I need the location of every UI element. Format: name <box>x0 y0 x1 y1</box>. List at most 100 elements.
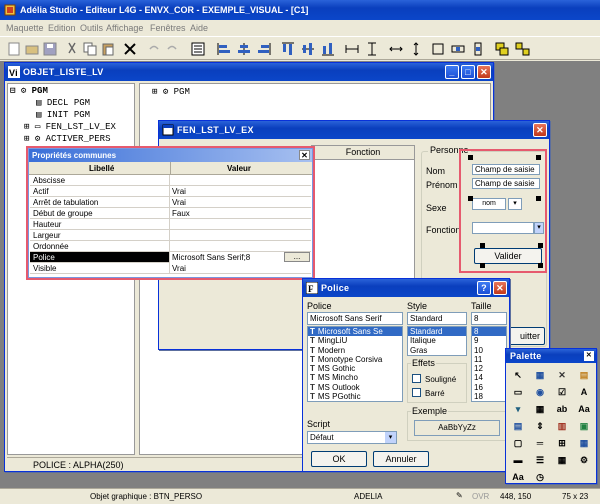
image-icon[interactable]: ▣ <box>578 420 590 432</box>
same-size-icon[interactable] <box>430 41 446 57</box>
space-horizontal-icon[interactable] <box>344 41 360 57</box>
police-titlebar[interactable]: F Police ? ✕ <box>303 279 509 297</box>
checkbox-icon[interactable]: ☑ <box>556 386 568 398</box>
combo-icon[interactable]: ▾ <box>512 403 524 415</box>
text-icon[interactable]: A <box>578 386 590 398</box>
same-width-icon[interactable] <box>388 41 404 57</box>
grid-icon[interactable]: ▦ <box>534 403 546 415</box>
size-option[interactable]: 14 <box>472 373 506 382</box>
size-list[interactable]: 8 9 10 11 12 14 16 18 <box>471 326 507 402</box>
table-icon[interactable]: ▦ <box>534 369 546 381</box>
size-option[interactable]: 9 <box>472 336 506 345</box>
column-header-fonction[interactable]: Fonction <box>312 146 414 160</box>
tree-item-pgm-right[interactable]: ⊞ ⚙ PGM <box>152 86 190 98</box>
size-option[interactable]: 11 <box>472 355 506 364</box>
align-right-icon[interactable] <box>256 41 272 57</box>
tree-item-fen[interactable]: ⊞ ▭ FEN_LST_LV_EX <box>24 121 116 133</box>
menu-aide[interactable]: Aide <box>190 23 208 33</box>
close-button[interactable]: ✕ <box>493 281 507 295</box>
calendar-icon[interactable]: ▦ <box>556 454 568 466</box>
radio-icon[interactable]: ◉ <box>534 386 546 398</box>
group-box-icon[interactable]: ▢ <box>512 437 524 449</box>
align-left-icon[interactable] <box>216 41 232 57</box>
button-icon[interactable]: ▭ <box>512 386 524 398</box>
tree-item-activer[interactable]: ⊞ ⚙ ACTIVER_PERS <box>24 133 110 145</box>
ok-button[interactable]: OK <box>311 451 367 467</box>
font-list[interactable]: T Microsoft Sans Se T MingLiU T Modern T Monoty… <box>307 326 403 402</box>
minimize-button[interactable]: _ <box>445 65 459 79</box>
entry-icon[interactable]: ab <box>556 403 568 415</box>
menu-edition[interactable]: Edition <box>48 23 76 33</box>
size-option[interactable]: 8 <box>472 327 506 337</box>
barre-checkbox[interactable]: Barré <box>412 388 445 398</box>
size-option[interactable]: 16 <box>472 383 506 392</box>
checkbox-icon[interactable] <box>412 388 421 397</box>
font-option[interactable]: T Modern <box>308 346 402 355</box>
size-option[interactable]: 18 <box>472 392 506 401</box>
paste-icon[interactable] <box>100 41 116 57</box>
delete-icon[interactable] <box>122 41 138 57</box>
objet-liste-titlebar[interactable]: Vi OBJET_LISTE_LV _ □ ✕ <box>5 63 493 81</box>
open-icon[interactable] <box>24 41 40 57</box>
new-icon[interactable] <box>6 41 22 57</box>
font-name-input[interactable]: Microsoft Sans Serif <box>307 312 403 325</box>
center-vertical-icon[interactable] <box>470 41 486 57</box>
tree-item-init[interactable]: ▤ INIT PGM <box>36 109 90 121</box>
ocx-icon[interactable]: ⚙ <box>578 454 590 466</box>
list-icon[interactable]: ▤ <box>578 369 590 381</box>
tab-icon[interactable]: ▥ <box>556 420 568 432</box>
ungroup-icon[interactable] <box>514 41 530 57</box>
size-input[interactable]: 8 <box>471 312 507 325</box>
cut-icon[interactable] <box>64 41 80 57</box>
label-icon[interactable]: Aa <box>578 403 590 415</box>
style-option[interactable]: Italique <box>408 336 466 345</box>
align-top-icon[interactable] <box>280 41 296 57</box>
menu-fenetres[interactable]: Fenêtres <box>150 23 186 33</box>
checkbox-icon[interactable] <box>412 374 421 383</box>
font-option[interactable]: T MS Gothic <box>308 364 402 373</box>
font-icon[interactable]: Aa <box>512 471 524 483</box>
listview-icon[interactable]: ☰ <box>534 454 546 466</box>
size-option[interactable]: 12 <box>472 364 506 373</box>
timer-icon[interactable]: ◷ <box>534 471 546 483</box>
close-button[interactable]: ✕ <box>477 65 491 79</box>
menu-outils[interactable]: Outils <box>80 23 103 33</box>
font-option[interactable]: T MS Outlook <box>308 383 402 392</box>
style-list[interactable]: Standard Italique Gras <box>407 326 467 356</box>
tree-item-pgm[interactable]: ⊟ ⚙ PGM <box>10 85 48 97</box>
style-input[interactable]: Standard <box>407 312 467 325</box>
center-horizontal-icon[interactable] <box>450 41 466 57</box>
font-option[interactable]: T Microsoft Sans Se <box>308 327 402 337</box>
space-vertical-icon[interactable] <box>364 41 380 57</box>
save-icon[interactable] <box>42 41 58 57</box>
size-option[interactable]: 10 <box>472 346 506 355</box>
font-option[interactable]: T MingLiU <box>308 336 402 345</box>
souligne-checkbox[interactable]: Souligné <box>412 374 456 384</box>
style-option[interactable]: Standard <box>408 327 466 337</box>
date-icon[interactable]: ▤ <box>512 420 524 432</box>
undo-icon[interactable] <box>146 41 162 57</box>
group-icon[interactable] <box>494 41 510 57</box>
menu-affichage[interactable]: Affichage <box>106 23 143 33</box>
properties-icon[interactable] <box>190 41 206 57</box>
help-button[interactable]: ? <box>477 281 491 295</box>
style-option[interactable]: Gras <box>408 346 466 355</box>
progress-icon[interactable]: ▬ <box>512 454 524 466</box>
redo-icon[interactable] <box>164 41 180 57</box>
slider-icon[interactable]: ═ <box>534 437 546 449</box>
same-height-icon[interactable] <box>408 41 424 57</box>
close-icon[interactable]: ✕ <box>584 351 594 361</box>
close-button[interactable]: ✕ <box>533 123 547 137</box>
menu-maquette[interactable]: Maquette <box>6 23 44 33</box>
font-option[interactable]: T MS Mincho <box>308 373 402 382</box>
tree-icon[interactable]: ⊞ <box>556 437 568 449</box>
align-bottom-icon[interactable] <box>320 41 336 57</box>
align-middle-icon[interactable] <box>300 41 316 57</box>
maximize-button[interactable]: □ <box>461 65 475 79</box>
chart-icon[interactable]: ▦ <box>578 437 590 449</box>
tree-item-decl[interactable]: ▤ DECL PGM <box>36 97 90 109</box>
align-center-icon[interactable] <box>236 41 252 57</box>
annuler-button[interactable]: Annuler <box>373 451 429 467</box>
cross-icon[interactable]: ✕ <box>556 369 568 381</box>
chevron-down-icon[interactable]: ▾ <box>385 432 396 443</box>
